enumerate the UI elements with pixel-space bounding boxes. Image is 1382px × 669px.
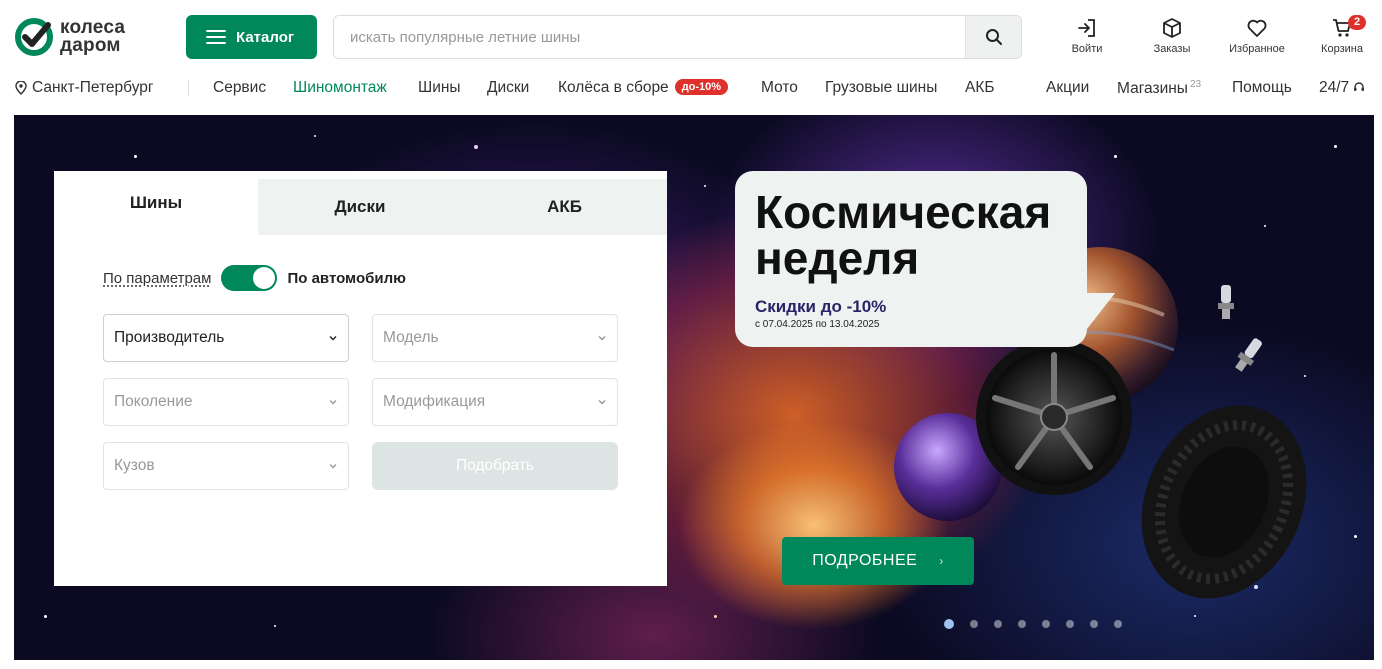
login-button[interactable]: Войти — [1047, 17, 1127, 55]
slider-dots — [944, 619, 1138, 629]
tab-tires[interactable]: Шины — [54, 171, 258, 235]
search-mode-toggle-row: По параметрам По автомобилю — [103, 265, 406, 291]
nav-item-stores-label: Магазины — [1117, 80, 1188, 97]
menu-icon — [206, 30, 226, 44]
body-select[interactable]: Кузов — [103, 442, 349, 490]
chevron-down-icon — [329, 336, 337, 341]
nav-item-tires[interactable]: Шины — [418, 79, 461, 97]
main-nav: Санкт-Петербург Сервис Шиномонтаж Шины Д… — [0, 72, 1382, 104]
nav-divider — [188, 80, 189, 96]
mode-by-car-label[interactable]: По автомобилю — [287, 270, 405, 287]
pick-button[interactable]: Подобрать — [372, 442, 618, 490]
slider-dot-2[interactable] — [970, 620, 978, 628]
nav-item-tire-fitting[interactable]: Шиномонтаж — [293, 79, 387, 97]
tire-search-panel: Диски АКБ Шины По параметрам По автомоби… — [54, 171, 667, 586]
nav-item-promotions[interactable]: Акции — [1046, 79, 1089, 97]
bulb-1 — [1218, 285, 1234, 319]
promo-title-line-1: Космическая — [755, 186, 1052, 238]
site-header: колеса даром Каталог Войти Заказы — [0, 0, 1382, 72]
orders-label: Заказы — [1153, 43, 1191, 55]
tab-wheels[interactable]: Диски — [258, 179, 462, 235]
nav-item-truck-tires[interactable]: Грузовые шины — [825, 79, 937, 97]
nav-item-stores[interactable]: Магазины 23 — [1117, 79, 1201, 98]
mode-toggle-switch[interactable] — [221, 265, 278, 291]
promo-title-line-2: неделя — [755, 232, 920, 284]
cart-label: Корзина — [1321, 43, 1363, 55]
chevron-down-icon — [329, 464, 337, 469]
search-icon — [985, 29, 1002, 45]
headset-icon — [1354, 82, 1365, 91]
search-input[interactable] — [334, 16, 965, 58]
alloy-wheel — [976, 339, 1132, 495]
login-label: Войти — [1071, 43, 1103, 55]
generation-select[interactable]: Поколение — [103, 378, 349, 426]
slider-dot-6[interactable] — [1066, 620, 1074, 628]
generation-select-label: Поколение — [114, 393, 193, 410]
modification-select-label: Модификация — [383, 393, 486, 410]
city-name: Санкт-Петербург — [32, 79, 154, 96]
bulb-2 — [1235, 338, 1262, 372]
logo-check-icon — [15, 18, 53, 56]
cart-button[interactable]: 2 Корзина — [1302, 15, 1382, 55]
tab-batteries[interactable]: АКБ — [462, 179, 667, 235]
nav-item-wheel-sets-label: Колёса в сборе — [558, 79, 669, 96]
chevron-right-icon: › — [939, 554, 944, 568]
slider-dot-3[interactable] — [994, 620, 1002, 628]
more-button[interactable]: ПОДРОБНЕЕ › — [782, 537, 974, 585]
promo-card: Космическая неделя Скидки до -10% с 07.0… — [735, 171, 1087, 347]
city-selector[interactable]: Санкт-Петербург — [15, 79, 154, 97]
nav-item-service[interactable]: Сервис — [213, 79, 266, 97]
discount-badge: до-10% — [674, 79, 729, 95]
nav-item-help[interactable]: Помощь — [1232, 79, 1292, 97]
orders-button[interactable]: Заказы — [1132, 17, 1212, 55]
heart-icon — [1247, 19, 1267, 37]
nav-item-wheel-sets[interactable]: Колёса в сборе до-10% — [558, 79, 729, 97]
catalog-button-label: Каталог — [236, 28, 295, 46]
logo[interactable]: колеса даром — [14, 16, 154, 58]
slider-dot-1[interactable] — [944, 619, 954, 629]
location-pin-icon — [15, 81, 27, 95]
stores-count: 23 — [1189, 79, 1202, 90]
manufacturer-select[interactable]: Производитель — [103, 314, 349, 362]
cart-count-badge: 2 — [1348, 15, 1367, 30]
promo-discount: Скидки до -10% — [755, 297, 887, 316]
box-icon — [1163, 18, 1181, 38]
nav-item-moto[interactable]: Мото — [761, 79, 798, 97]
manufacturer-select-label: Производитель — [114, 329, 225, 346]
login-icon — [1078, 19, 1095, 37]
search-bar — [333, 15, 1022, 59]
chevron-down-icon — [329, 400, 337, 405]
hero-banner: Диски АКБ Шины По параметрам По автомоби… — [14, 115, 1374, 660]
support-label: 24/7 — [1319, 79, 1350, 96]
chevron-down-icon — [598, 400, 606, 405]
promo-dates: с 07.04.2025 по 13.04.2025 — [755, 319, 880, 330]
mode-by-params-link[interactable]: По параметрам — [103, 270, 211, 287]
promo-title: Космическая неделя — [755, 189, 1051, 281]
chevron-down-icon — [598, 336, 606, 341]
modification-select[interactable]: Модификация — [372, 378, 618, 426]
slider-dot-7[interactable] — [1090, 620, 1098, 628]
slider-dot-5[interactable] — [1042, 620, 1050, 628]
more-button-label: ПОДРОБНЕЕ — [812, 552, 918, 569]
nav-item-wheels[interactable]: Диски — [487, 79, 529, 97]
slider-dot-4[interactable] — [1018, 620, 1026, 628]
nav-item-batteries[interactable]: АКБ — [965, 79, 995, 97]
panel-tabs: Диски АКБ Шины — [54, 171, 667, 235]
tire — [1141, 405, 1307, 599]
favorites-button[interactable]: Избранное — [1217, 17, 1297, 55]
logo-text: колеса даром — [60, 18, 125, 56]
search-button[interactable] — [965, 16, 1021, 58]
favorites-label: Избранное — [1229, 43, 1285, 55]
slider-dot-8[interactable] — [1114, 620, 1122, 628]
nav-item-support-24-7[interactable]: 24/7 — [1319, 79, 1365, 97]
model-select-label: Модель — [383, 329, 439, 346]
logo-line-2: даром — [60, 35, 121, 56]
catalog-button[interactable]: Каталог — [186, 15, 317, 59]
body-select-label: Кузов — [114, 457, 155, 474]
model-select[interactable]: Модель — [372, 314, 618, 362]
